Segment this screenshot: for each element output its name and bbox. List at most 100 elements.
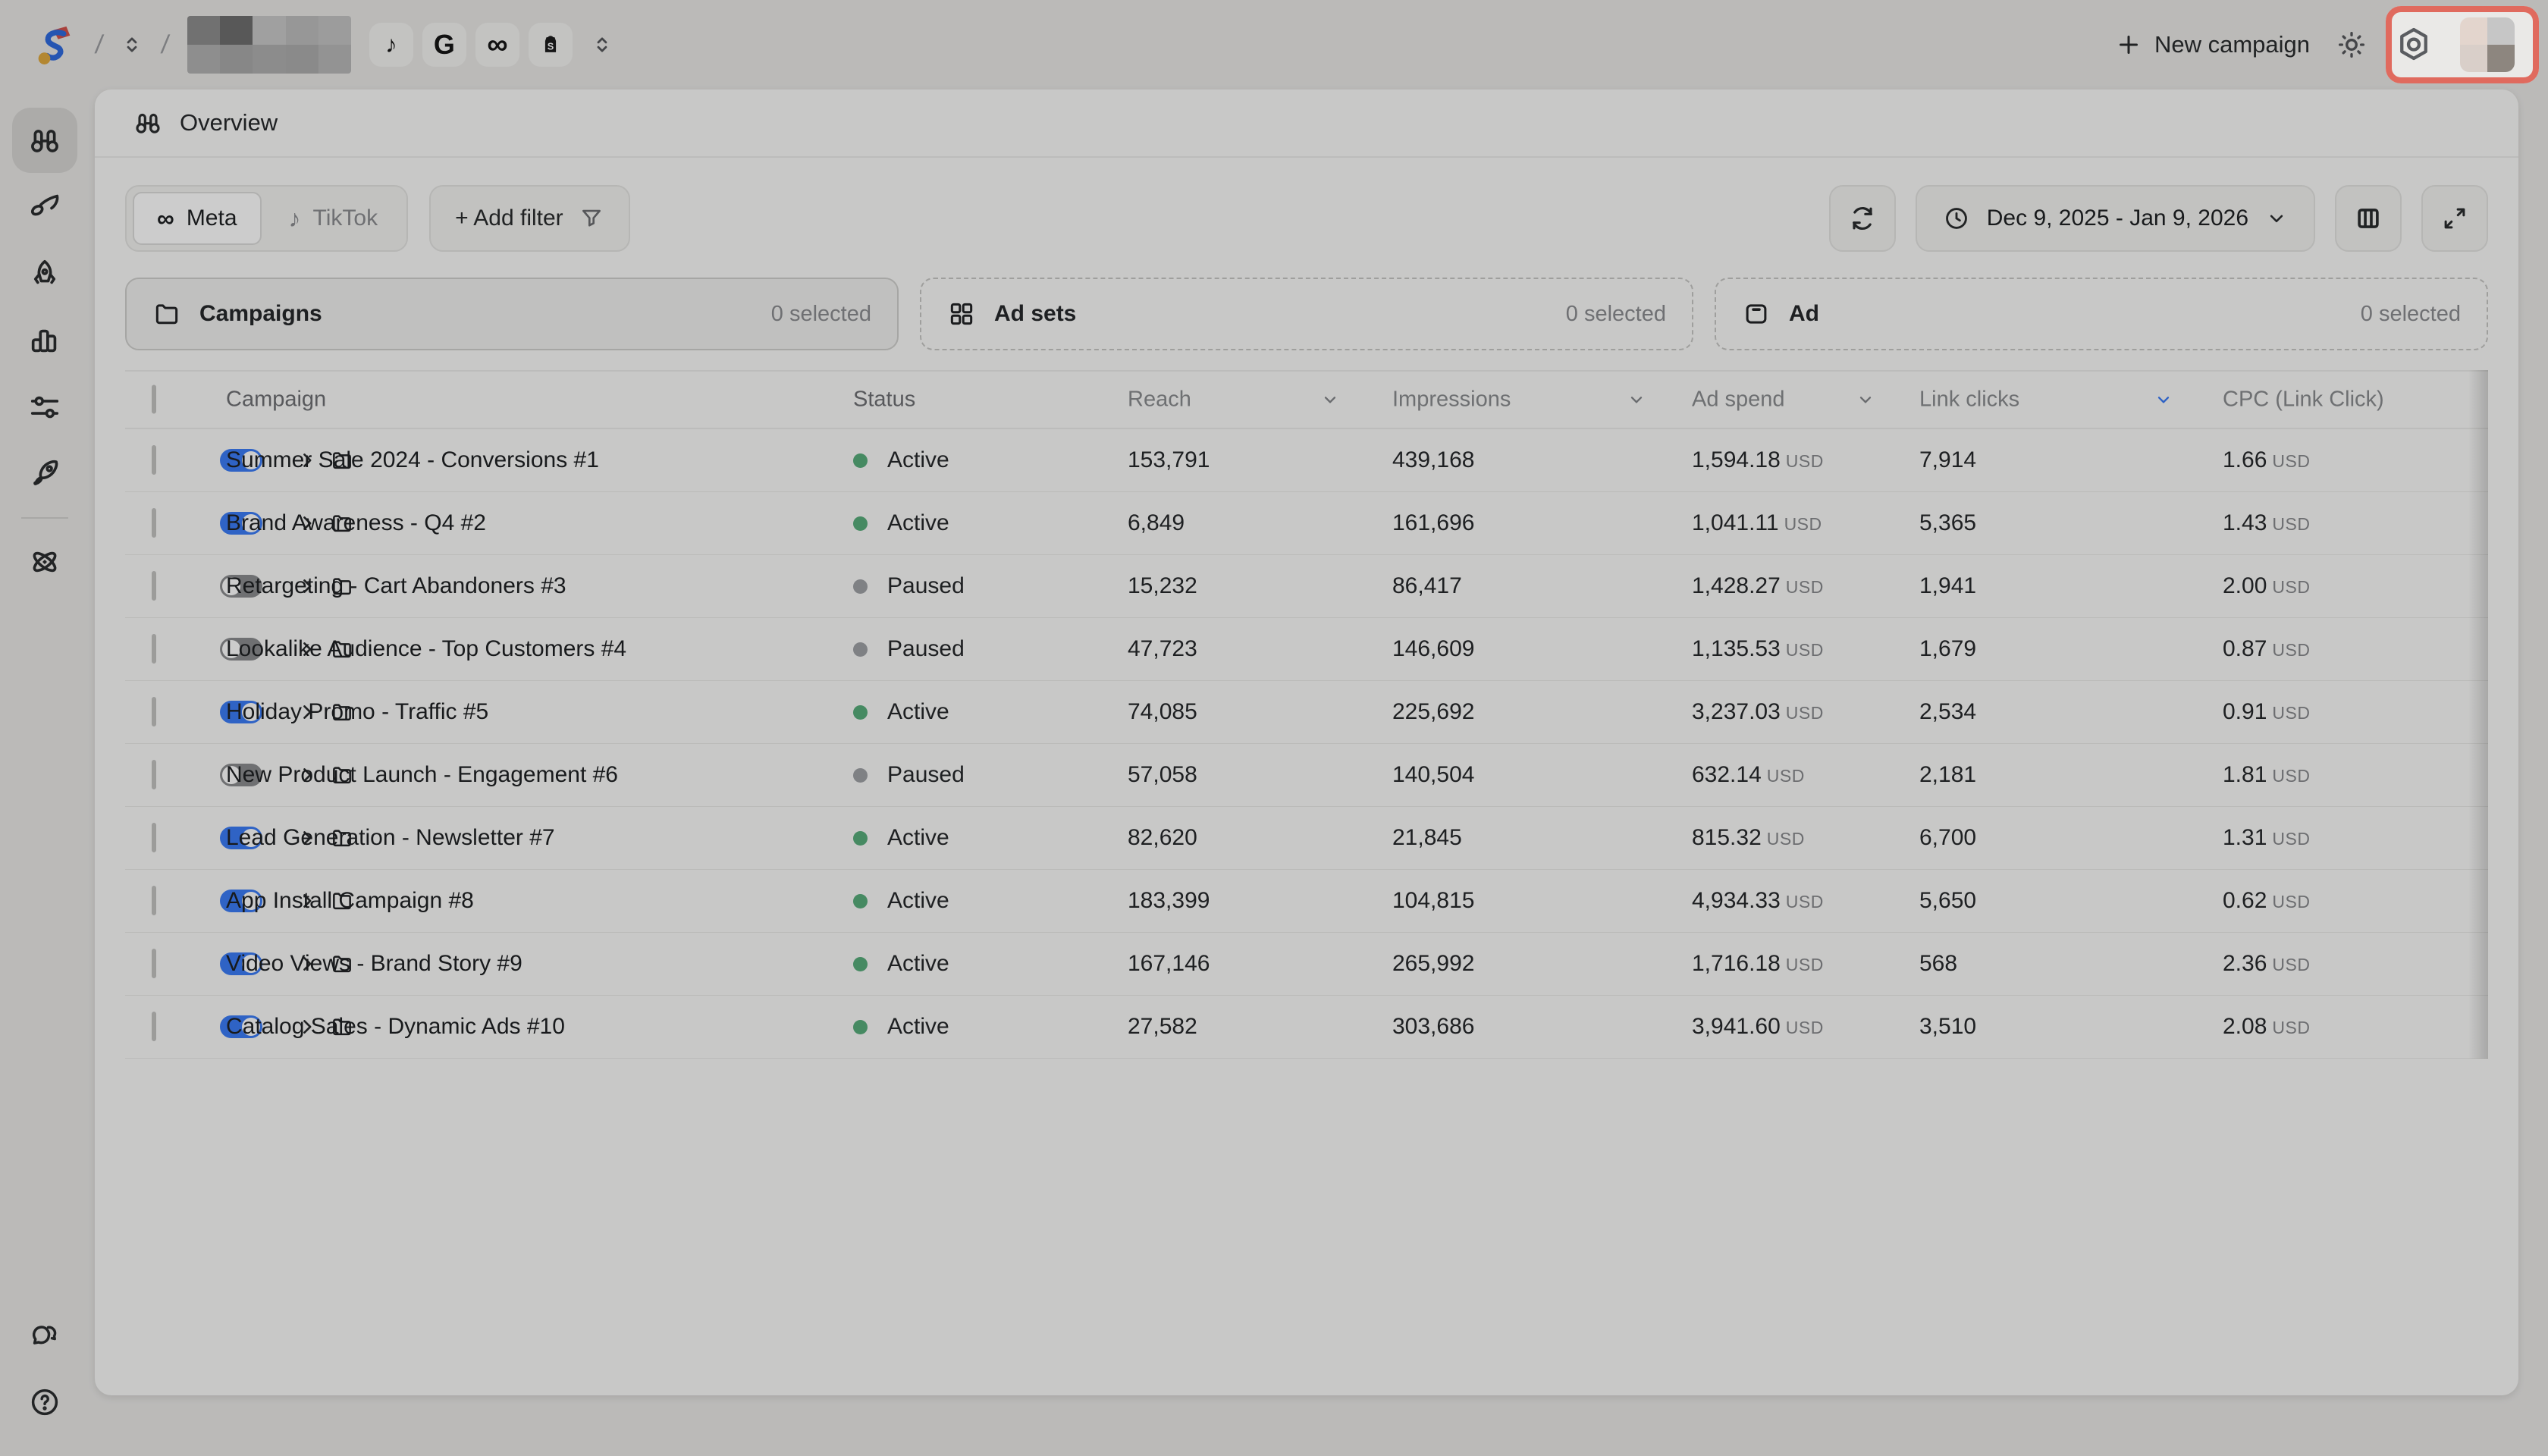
currency-unit: USD: [1767, 766, 1805, 786]
col-cpc[interactable]: CPC (Link Click): [2223, 388, 2384, 413]
col-status[interactable]: Status: [853, 388, 915, 413]
sliders-icon: [27, 390, 62, 425]
fullscreen-button[interactable]: [2421, 185, 2488, 252]
date-range-picker[interactable]: Dec 9, 2025 - Jan 9, 2026: [1916, 185, 2315, 252]
reach-value: 6,849: [1128, 510, 1185, 536]
table-row[interactable]: Catalog Sales - Dynamic Ads #10 Active 2…: [125, 996, 2488, 1059]
currency-unit: USD: [1786, 577, 1824, 597]
row-checkbox[interactable]: [152, 760, 156, 789]
campaign-name[interactable]: Video Views - Brand Story #9: [226, 951, 522, 977]
campaign-name[interactable]: App Install Campaign #8: [226, 888, 474, 914]
select-all-checkbox[interactable]: [152, 385, 156, 414]
link-clicks-value: 7,914: [1919, 447, 1976, 473]
add-filter-button[interactable]: + Add filter: [429, 185, 630, 252]
table-row[interactable]: App Install Campaign #8 Active 183,399 1…: [125, 870, 2488, 933]
meta-icon[interactable]: ∞: [475, 23, 519, 67]
platform-tab-meta[interactable]: ∞ Meta: [133, 192, 262, 245]
sidebar-item-boost[interactable]: [12, 441, 77, 507]
theme-toggle-sun-icon[interactable]: [2336, 29, 2368, 61]
row-checkbox[interactable]: [152, 949, 156, 978]
currency-unit: USD: [2272, 829, 2310, 849]
table-row[interactable]: Lookalike Audience - Top Customers #4 Pa…: [125, 618, 2488, 681]
sidebar-item-labs[interactable]: [12, 529, 77, 595]
workspace-selector-icon[interactable]: [121, 32, 143, 58]
row-checkbox[interactable]: [152, 508, 156, 538]
tab-ad-sets[interactable]: Ad sets 0 selected: [920, 278, 1693, 350]
status-dot: [853, 705, 868, 720]
table-row[interactable]: Brand Awareness - Q4 #2 Active 6,849 161…: [125, 492, 2488, 555]
sidebar-item-help[interactable]: [12, 1370, 77, 1435]
google-icon[interactable]: G: [422, 23, 466, 67]
refresh-button[interactable]: [1829, 185, 1896, 252]
reach-value: 15,232: [1128, 573, 1197, 599]
columns-button[interactable]: [2335, 185, 2402, 252]
status-label: Active: [887, 447, 949, 473]
sort-chevron-active-icon[interactable]: [2154, 390, 2173, 410]
campaign-name[interactable]: Lookalike Audience - Top Customers #4: [226, 636, 626, 662]
account-selector-icon[interactable]: [591, 32, 613, 58]
status-label: Paused: [887, 636, 965, 662]
sidebar-item-launch[interactable]: [12, 241, 77, 306]
table-row[interactable]: Video Views - Brand Story #9 Active 167,…: [125, 933, 2488, 996]
row-checkbox[interactable]: [152, 445, 156, 475]
cpc-value: 0.91USD: [2223, 699, 2310, 725]
sidebar-item-chat-support[interactable]: [12, 1303, 77, 1368]
expand-icon: [2440, 204, 2469, 233]
row-checkbox[interactable]: [152, 823, 156, 852]
table-row[interactable]: Holiday Promo - Traffic #5 Active 74,085…: [125, 681, 2488, 744]
currency-unit: USD: [1786, 451, 1824, 471]
campaign-name[interactable]: New Product Launch - Engagement #6: [226, 762, 618, 788]
sidebar-item-overview[interactable]: [12, 108, 77, 173]
campaign-name[interactable]: Holiday Promo - Traffic #5: [226, 699, 488, 725]
impressions-value: 104,815: [1392, 888, 1474, 914]
table-row[interactable]: New Product Launch - Engagement #6 Pause…: [125, 744, 2488, 807]
top-bar: / / ♪ G ∞ S New campaign: [0, 0, 2548, 89]
sidebar-divider: [21, 517, 68, 519]
avatar[interactable]: [2460, 17, 2515, 72]
tab-campaigns[interactable]: Campaigns 0 selected: [125, 278, 899, 350]
sidebar-item-creative[interactable]: [12, 174, 77, 240]
campaign-name[interactable]: Brand Awareness - Q4 #2: [226, 510, 486, 536]
sort-chevron-icon[interactable]: [1320, 390, 1340, 410]
impressions-value: 21,845: [1392, 825, 1462, 851]
ad-spend-value: 1,135.53USD: [1692, 636, 1824, 662]
row-checkbox[interactable]: [152, 571, 156, 601]
row-checkbox[interactable]: [152, 1012, 156, 1041]
sort-chevron-icon[interactable]: [1856, 390, 1875, 410]
col-link-clicks[interactable]: Link clicks: [1919, 388, 2019, 413]
account-name-redacted[interactable]: [187, 16, 351, 74]
campaign-name[interactable]: Summer Sale 2024 - Conversions #1: [226, 447, 599, 473]
reach-value: 183,399: [1128, 888, 1210, 914]
new-campaign-button[interactable]: New campaign: [2115, 31, 2310, 58]
row-checkbox[interactable]: [152, 886, 156, 915]
settings-gear-icon[interactable]: [2393, 24, 2434, 65]
row-checkbox[interactable]: [152, 634, 156, 664]
campaign-name[interactable]: Retargeting - Cart Abandoners #3: [226, 573, 566, 599]
col-impressions[interactable]: Impressions: [1392, 388, 1511, 413]
sidebar-item-analytics[interactable]: [12, 308, 77, 373]
table-row[interactable]: Lead Generation - Newsletter #7 Active 8…: [125, 807, 2488, 870]
platform-tab-tiktok[interactable]: ♪ TikTok: [266, 192, 401, 245]
sort-chevron-icon[interactable]: [1627, 390, 1646, 410]
link-clicks-value: 6,700: [1919, 825, 1976, 851]
table-row[interactable]: Summer Sale 2024 - Conversions #1 Active…: [125, 429, 2488, 492]
sidebar-item-rules[interactable]: [12, 375, 77, 440]
tab-ad[interactable]: Ad 0 selected: [1715, 278, 2488, 350]
app-logo[interactable]: [33, 23, 77, 67]
link-clicks-value: 1,941: [1919, 573, 1976, 599]
currency-unit: USD: [1784, 514, 1822, 534]
tiktok-icon[interactable]: ♪: [369, 23, 413, 67]
col-ad-spend[interactable]: Ad spend: [1692, 388, 1785, 413]
ad-spend-value: 1,428.27USD: [1692, 573, 1824, 599]
col-reach[interactable]: Reach: [1128, 388, 1191, 413]
sidebar: [0, 89, 89, 1456]
col-campaign[interactable]: Campaign: [226, 388, 326, 413]
cpc-value: 2.00USD: [2223, 573, 2310, 599]
table-row[interactable]: Retargeting - Cart Abandoners #3 Paused …: [125, 555, 2488, 618]
campaign-name[interactable]: Lead Generation - Newsletter #7: [226, 825, 555, 851]
status-dot: [853, 642, 868, 657]
row-checkbox[interactable]: [152, 697, 156, 726]
status-label: Active: [887, 825, 949, 851]
shopify-icon[interactable]: S: [529, 23, 573, 67]
campaign-name[interactable]: Catalog Sales - Dynamic Ads #10: [226, 1014, 565, 1040]
